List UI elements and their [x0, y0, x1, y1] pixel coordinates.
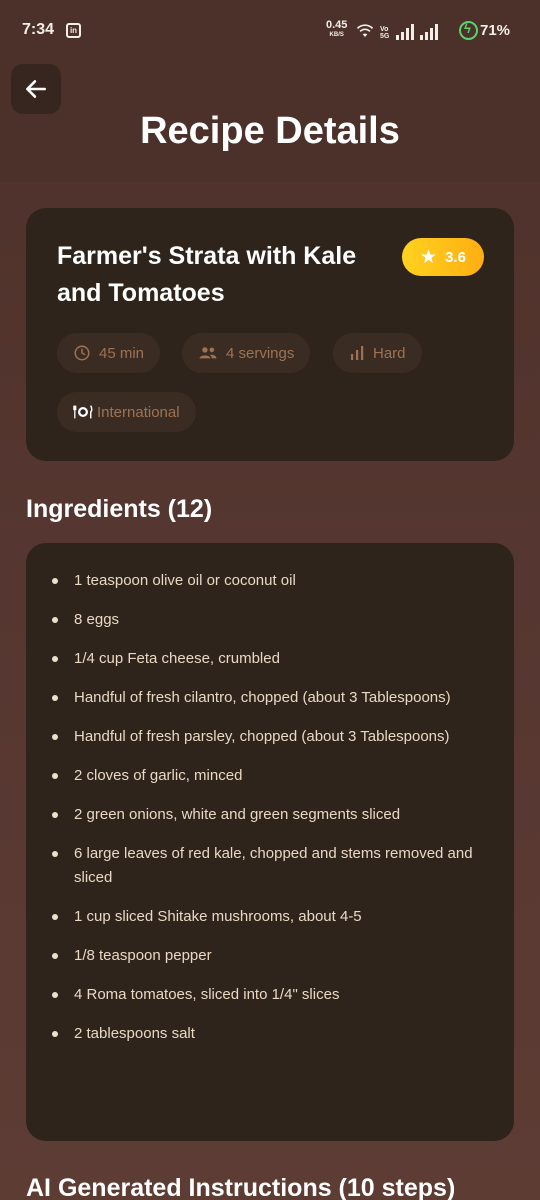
people-icon [199, 347, 217, 359]
battery-indicator: 71% [459, 21, 510, 40]
app-header: Recipe Details [0, 62, 540, 182]
network-speed: 0.45 KB/S [326, 20, 347, 40]
ingredient-item: 6 large leaves of red kale, chopped and … [26, 842, 514, 890]
ingredient-item: 1/8 teaspoon pepper [26, 944, 514, 968]
signal-strength-icon-2 [420, 24, 438, 40]
ingredients-list: 1 teaspoon olive oil or coconut oil 8 egg… [26, 569, 514, 1061]
battery-charging-icon [459, 21, 478, 40]
recipe-title: Farmer's Strata with Kale and Tomatoes [57, 242, 357, 307]
instructions-heading: AI Generated Instructions (10 steps) [26, 1174, 456, 1200]
ingredient-item: 2 tablespoons salt [26, 1022, 514, 1046]
wifi-icon [356, 24, 374, 37]
status-bar: 7:34 in 0.45 KB/S Vo5G 71% [0, 0, 540, 62]
ingredient-item: Handful of fresh cilantro, chopped (abou… [26, 686, 514, 710]
ingredient-item: 1 teaspoon olive oil or coconut oil [26, 569, 514, 593]
ingredient-item: 4 Roma tomatoes, sliced into 1/4" slices [26, 983, 514, 1007]
rating-badge: ★ 3.6 [402, 238, 484, 276]
difficulty-chip: Hard [333, 333, 422, 373]
rating-value: 3.6 [445, 248, 466, 266]
ingredient-item: 1 cup sliced Shitake mushrooms, about 4-… [26, 905, 514, 929]
linkedin-icon: in [66, 23, 81, 38]
page-title: Recipe Details [140, 110, 400, 152]
servings-chip: 4 servings [182, 333, 311, 373]
cuisine-chip: International [57, 392, 196, 432]
ingredient-item: 2 green onions, white and green segments… [26, 803, 514, 827]
ingredient-item: Handful of fresh parsley, chopped (about… [26, 725, 514, 749]
back-button[interactable] [11, 64, 61, 114]
time-chip: 45 min [57, 333, 161, 373]
signal-strength-icon-1 [396, 24, 414, 40]
time-value: 45 min [99, 344, 145, 362]
ingredient-item: 1/4 cup Feta cheese, crumbled [26, 647, 514, 671]
clock-icon [74, 345, 90, 361]
recipe-summary-card: Farmer's Strata with Kale and Tomatoes ★… [26, 208, 514, 461]
difficulty-value: Hard [373, 344, 406, 362]
status-time: 7:34 [22, 21, 55, 38]
battery-percent: 71% [480, 22, 511, 39]
servings-value: 4 servings [226, 344, 295, 362]
star-icon: ★ [420, 246, 438, 268]
network-speed-unit: KB/S [329, 32, 344, 38]
plate-cutlery-icon [73, 405, 93, 419]
arrow-left-icon [26, 80, 46, 98]
bar-chart-icon [351, 346, 364, 360]
ingredients-heading: Ingredients (12) [26, 495, 213, 523]
signal-icons: Vo 5G [356, 20, 438, 40]
volte-icon: Vo 5G [380, 26, 390, 40]
cuisine-value: International [97, 403, 180, 421]
ingredient-item: 8 eggs [26, 608, 514, 632]
ingredients-card: 1 teaspoon olive oil or coconut oil 8 egg… [26, 543, 514, 1141]
ingredient-item: 2 cloves of garlic, minced [26, 764, 514, 788]
